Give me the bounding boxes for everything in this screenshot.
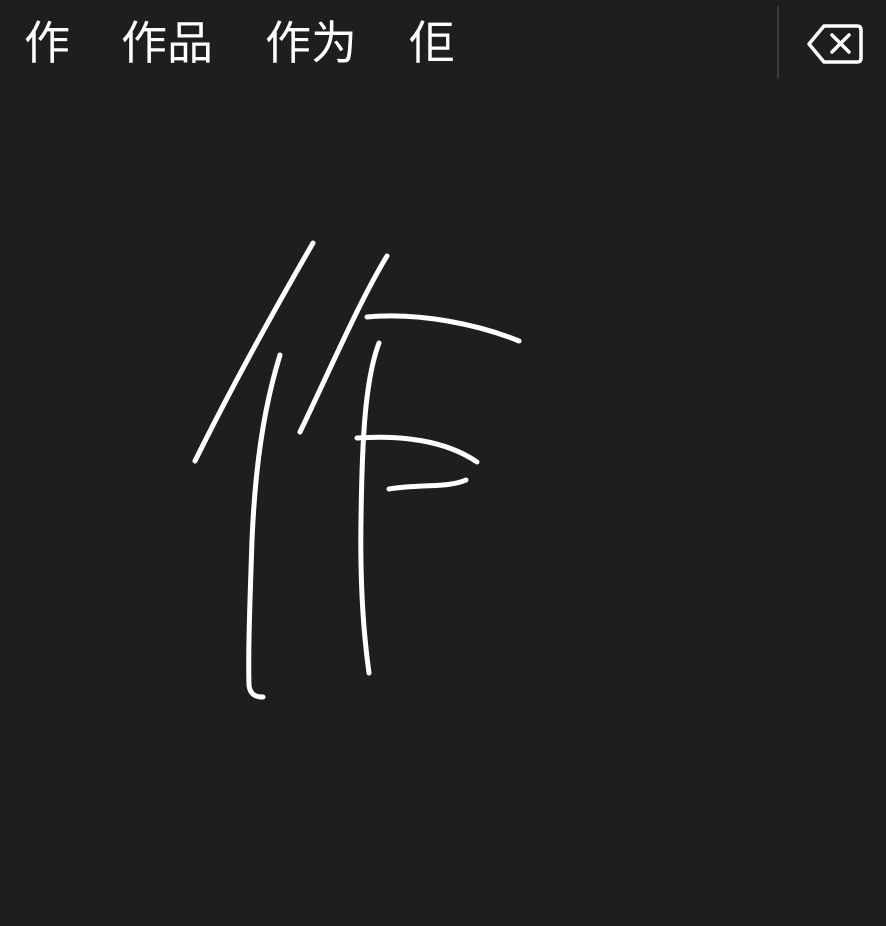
stroke-4 [364,313,522,344]
stroke-5 [358,340,382,676]
stroke-2 [246,352,283,700]
handwriting-canvas[interactable] [0,86,886,926]
handwriting-keyboard: 作 作品 作为 佢 [0,0,886,926]
stroke-3 [297,253,390,435]
stroke-7 [386,477,469,492]
stroke-6 [354,434,480,465]
stroke-1 [192,240,316,464]
handwritten-strokes [192,240,522,700]
